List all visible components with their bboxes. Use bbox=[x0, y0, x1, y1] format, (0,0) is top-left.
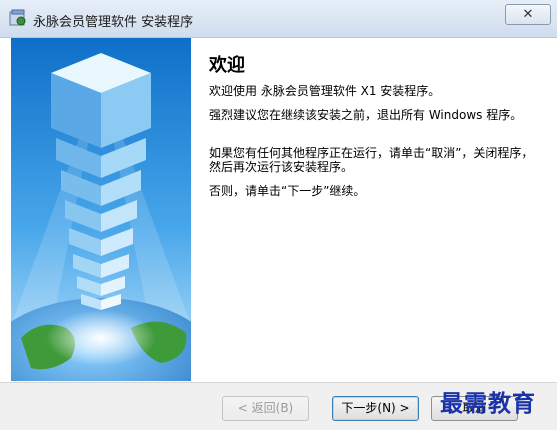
window-title: 永脉会员管理软件 安装程序 bbox=[33, 15, 194, 30]
close-button[interactable]: ✕ bbox=[505, 4, 551, 25]
wizard-content: 欢迎 欢迎使用 永脉会员管理软件 X1 安装程序。 强烈建议您在继续该安装之前，… bbox=[0, 38, 557, 382]
welcome-text: 欢迎使用 永脉会员管理软件 X1 安装程序。 bbox=[209, 84, 441, 98]
back-button[interactable]: < 返回(B) bbox=[222, 396, 309, 421]
cancel-instruction: 如果您有任何其他程序正在运行，请单击“取消”，关闭程序，然后再次运行该安装程序。 bbox=[209, 146, 534, 174]
next-button[interactable]: 下一步(N) > bbox=[332, 396, 419, 421]
watermark-logo: 最需教育 bbox=[440, 390, 536, 417]
installer-side-image bbox=[11, 38, 191, 381]
close-icon: ✕ bbox=[522, 7, 534, 22]
installer-app-icon bbox=[9, 9, 26, 26]
welcome-heading: 欢迎 bbox=[209, 55, 245, 76]
title-bar: 永脉会员管理软件 安装程序 ✕ bbox=[0, 0, 557, 38]
continue-instruction: 否则，请单击“下一步”继续。 bbox=[209, 184, 366, 198]
close-programs-advice: 强烈建议您在继续该安装之前，退出所有 Windows 程序。 bbox=[209, 108, 523, 122]
